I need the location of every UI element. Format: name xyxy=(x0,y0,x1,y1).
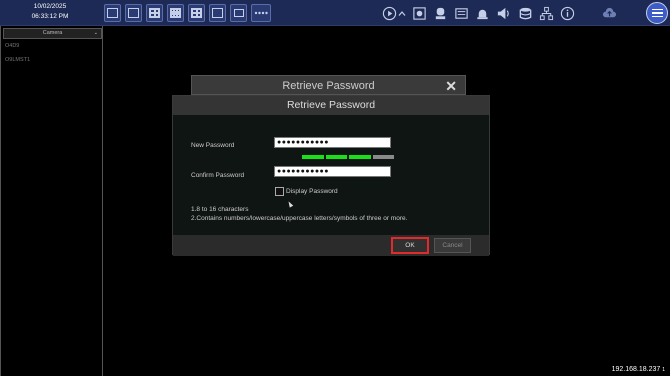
camera-dropdown[interactable]: Camera ⌄ xyxy=(3,28,102,39)
alarm-icon[interactable] xyxy=(453,4,470,22)
display-password-label: Display Password xyxy=(286,188,338,195)
info-icon[interactable] xyxy=(559,4,576,22)
top-toolbar: 10/02/2025 06:33:12 PM xyxy=(0,0,670,26)
playback-icon[interactable] xyxy=(381,4,398,22)
time-label: 06:33:12 PM xyxy=(31,13,69,20)
multiscreen-icon[interactable] xyxy=(251,4,271,22)
strength-bar-segment xyxy=(372,155,394,159)
network-icon[interactable] xyxy=(538,4,555,22)
strength-bar-segment xyxy=(302,155,324,159)
custom-layout-icon[interactable] xyxy=(188,4,205,22)
audio-icon[interactable] xyxy=(495,4,512,22)
ok-button[interactable]: OK xyxy=(391,237,429,254)
ip-address-text: 192.168.18.237 xyxy=(611,366,661,373)
dialog-title: Retrieve Password xyxy=(173,96,489,115)
strength-bar-segment xyxy=(349,155,371,159)
disk-icon[interactable] xyxy=(517,4,534,22)
retrieve-password-dialog: Retrieve Password New Password ●●●●●●●●●… xyxy=(172,95,490,256)
close-icon[interactable]: ✕ xyxy=(445,78,457,94)
background-dialog-title: Retrieve Password xyxy=(282,80,375,92)
new-password-field[interactable]: ●●●●●●●●●●● xyxy=(274,137,391,148)
camera-list-panel: Camera ⌄ O4D9 O9LMST1 xyxy=(0,26,103,376)
confirm-password-field[interactable]: ●●●●●●●●●●● xyxy=(274,166,391,177)
record-icon[interactable] xyxy=(432,4,449,22)
nvr-screen: 10/02/2025 06:33:12 PM Camera ⌄ O4D9 O9L… xyxy=(0,0,670,376)
dialog-footer: OK Cancel xyxy=(173,235,489,256)
sixteen-view-icon[interactable] xyxy=(167,4,184,22)
cloud-upload-icon[interactable] xyxy=(601,4,618,22)
single-view-icon[interactable] xyxy=(104,4,121,22)
sequence-icon[interactable] xyxy=(230,4,247,22)
ip-address: 192.168.18.237 1 xyxy=(611,366,665,373)
strength-bar-segment xyxy=(325,155,347,159)
password-strength-meter xyxy=(302,155,394,159)
hamburger-menu-icon[interactable] xyxy=(646,2,668,24)
snapshot-icon[interactable] xyxy=(411,4,428,22)
password-hint-line2: 2.Contains numbers/lowercase/uppercase l… xyxy=(191,215,408,222)
cancel-button[interactable]: Cancel xyxy=(434,238,471,253)
nine-view-icon[interactable] xyxy=(146,4,163,22)
siren-icon[interactable] xyxy=(474,4,491,22)
password-hint-line1: 1.8 to 16 characters xyxy=(191,206,249,213)
camera-list-item[interactable]: O9LMST1 xyxy=(5,57,30,63)
fullscreen-layout-icon[interactable] xyxy=(209,4,226,22)
quad-view-icon[interactable] xyxy=(125,4,142,22)
display-password-checkbox[interactable] xyxy=(275,187,284,196)
datetime-display: 10/02/2025 06:33:12 PM xyxy=(0,2,100,22)
date-label: 10/02/2025 xyxy=(33,3,67,10)
background-dialog-header: Retrieve Password ✕ xyxy=(191,75,466,95)
new-password-label: New Password xyxy=(191,142,235,149)
confirm-password-label: Confirm Password xyxy=(191,172,245,179)
chevron-down-icon: ⌄ xyxy=(93,30,98,36)
camera-list-item[interactable]: O4D9 xyxy=(5,43,19,49)
chevron-up-icon[interactable] xyxy=(397,4,407,22)
camera-dropdown-value: Camera xyxy=(42,30,63,36)
